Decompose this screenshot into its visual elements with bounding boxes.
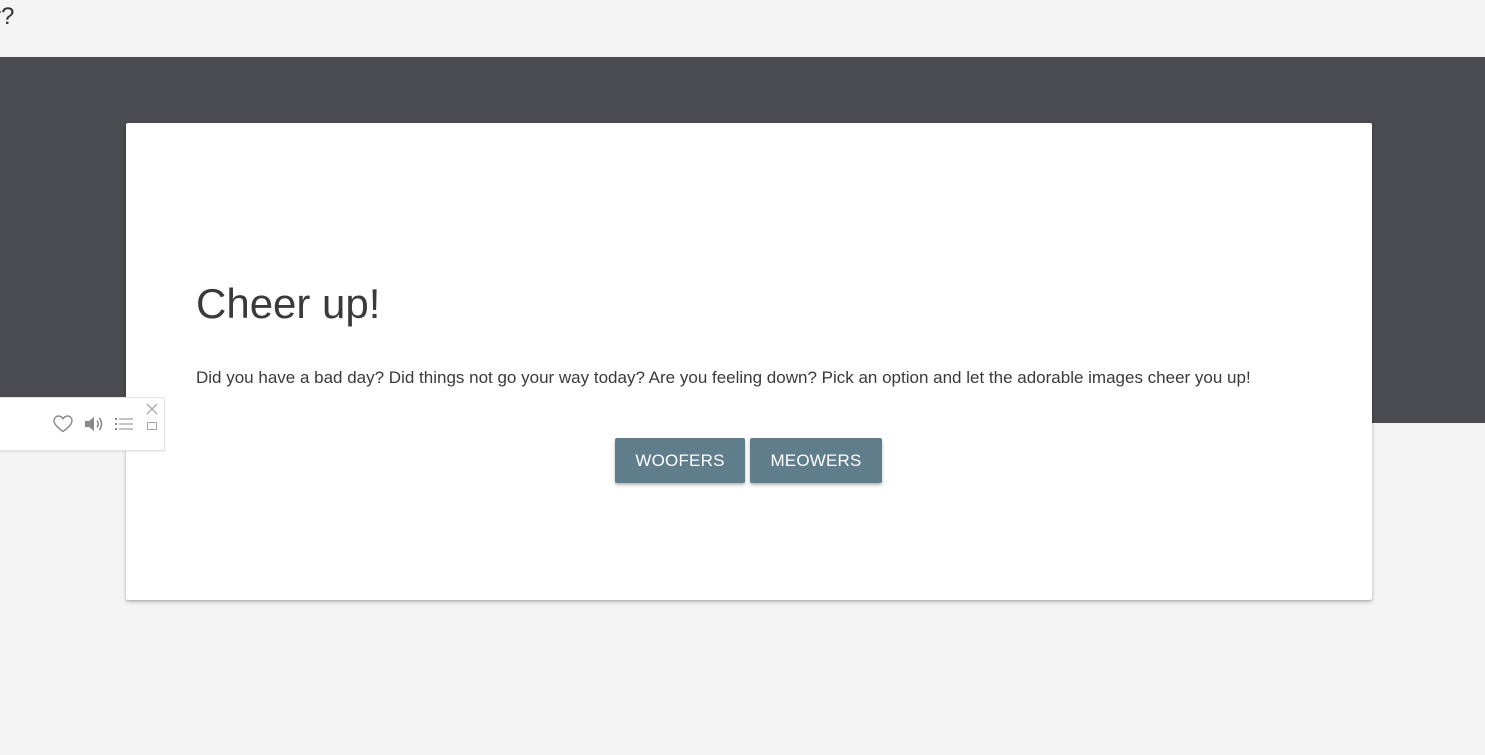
meowers-button[interactable]: MEOWERS [750,438,882,483]
media-player-widget [0,397,165,451]
cheer-up-card: Cheer up! Did you have a bad day? Did th… [126,123,1372,600]
heart-icon[interactable] [53,415,73,433]
minimize-icon[interactable] [147,422,157,430]
close-icon[interactable] [146,403,158,415]
woofers-button[interactable]: WOOFERS [615,438,745,483]
card-description: Did you have a bad day? Did things not g… [196,368,1251,387]
list-icon[interactable] [115,416,133,432]
page-heading-fragment: y? [0,3,15,30]
card-title: Cheer up! [196,280,381,327]
speaker-icon[interactable] [84,415,104,433]
top-strip: y? [0,0,1485,57]
